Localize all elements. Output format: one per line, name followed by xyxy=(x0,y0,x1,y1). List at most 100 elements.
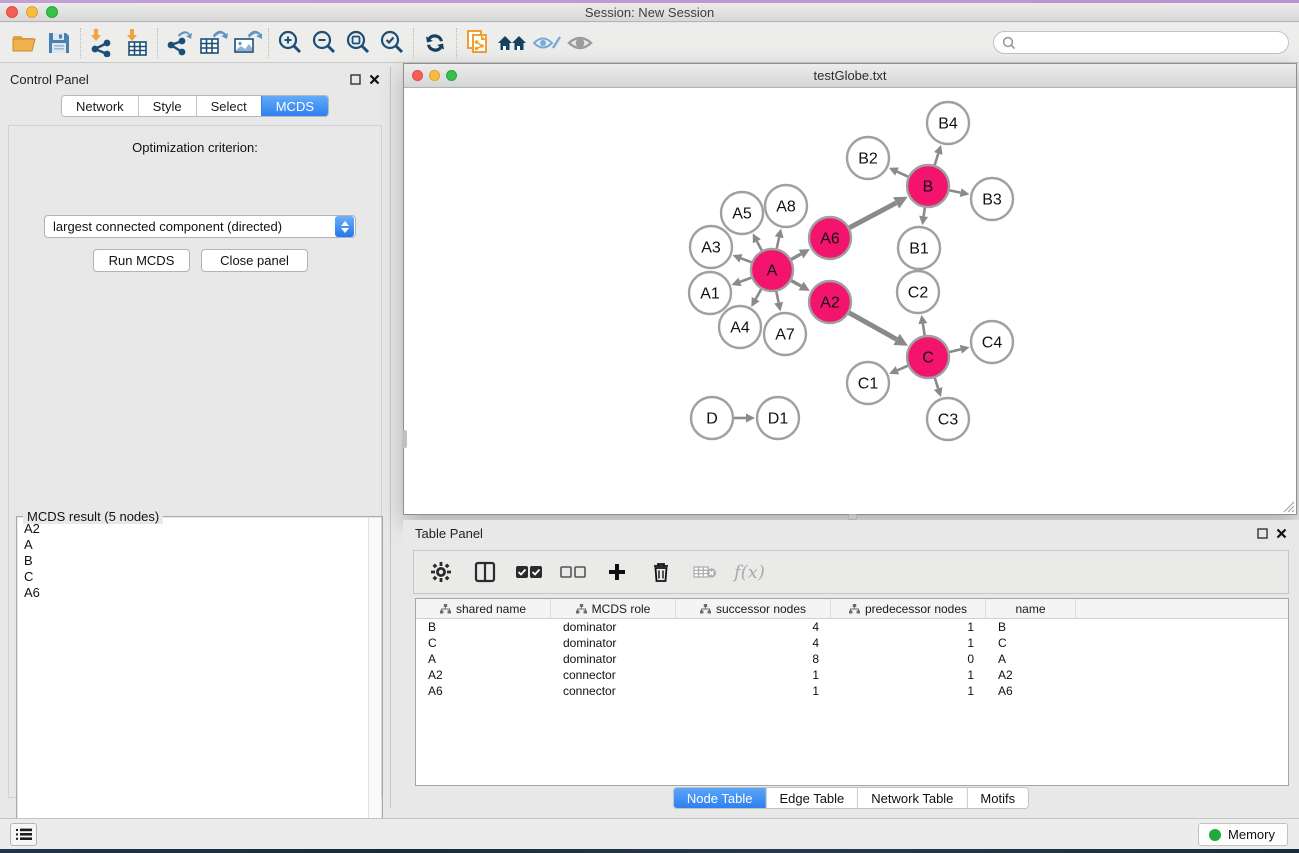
show-columns-icon[interactable] xyxy=(470,557,500,587)
table-cell[interactable]: A xyxy=(986,652,1076,666)
table-cell[interactable]: A xyxy=(416,652,551,666)
new-network-icon[interactable] xyxy=(461,28,495,58)
table-cell[interactable]: 1 xyxy=(676,668,831,682)
table-cell[interactable]: B xyxy=(416,620,551,634)
table-cell[interactable]: 1 xyxy=(831,620,986,634)
search-field[interactable] xyxy=(993,31,1289,54)
node-A7[interactable]: A7 xyxy=(764,313,806,355)
node-A6-mcds[interactable]: A6 xyxy=(809,217,851,259)
node-B2[interactable]: B2 xyxy=(847,137,889,179)
node-C1[interactable]: C1 xyxy=(847,362,889,404)
edge-B-B1[interactable] xyxy=(919,208,928,225)
hide-selected-icon[interactable] xyxy=(529,28,563,58)
table-cell[interactable]: 1 xyxy=(831,636,986,650)
edge-A-A8[interactable] xyxy=(775,228,784,248)
edge-A-A4[interactable] xyxy=(751,289,761,307)
export-image-icon[interactable] xyxy=(230,28,264,58)
edge-D-D1[interactable] xyxy=(734,414,755,423)
zoom-in-icon[interactable] xyxy=(273,28,307,58)
table-row[interactable]: Adominator80A xyxy=(416,651,1288,667)
table-options-icon[interactable] xyxy=(426,557,456,587)
table-row[interactable]: Bdominator41B xyxy=(416,619,1288,635)
run-mcds-button[interactable]: Run MCDS xyxy=(93,249,190,272)
edge-A-A6[interactable] xyxy=(791,249,810,259)
table-row[interactable]: A2connector11A2 xyxy=(416,667,1288,683)
tab-network-table[interactable]: Network Table xyxy=(857,788,966,808)
column-header-MCDS-role[interactable]: MCDS role xyxy=(551,599,676,618)
node-C4[interactable]: C4 xyxy=(971,321,1013,363)
show-all-icon[interactable] xyxy=(563,28,597,58)
node-A-mcds[interactable]: A xyxy=(751,249,793,291)
table-cell[interactable]: dominator xyxy=(551,652,676,666)
zoom-out-icon[interactable] xyxy=(307,28,341,58)
table-cell[interactable]: A2 xyxy=(986,668,1076,682)
delete-column-icon[interactable] xyxy=(646,557,676,587)
edge-B-B4[interactable] xyxy=(934,145,943,165)
node-B3[interactable]: B3 xyxy=(971,178,1013,220)
function-builder-icon[interactable]: f(x) xyxy=(734,562,765,583)
tab-mcds[interactable]: MCDS xyxy=(261,96,328,116)
table-cell[interactable]: connector xyxy=(551,684,676,698)
close-panel-icon[interactable] xyxy=(369,74,380,85)
edge-B-B2[interactable] xyxy=(889,167,908,176)
edge-C-C1[interactable] xyxy=(889,366,908,375)
import-table-icon[interactable] xyxy=(119,28,153,58)
deselect-all-checks-icon[interactable] xyxy=(558,557,588,587)
edge-A-A2[interactable] xyxy=(791,281,810,291)
table-row[interactable]: A6connector11A6 xyxy=(416,683,1288,699)
memory-button[interactable]: Memory xyxy=(1198,823,1288,846)
result-list-scrollbar[interactable] xyxy=(368,518,381,851)
node-B-mcds[interactable]: B xyxy=(907,165,949,207)
tab-motifs[interactable]: Motifs xyxy=(966,788,1028,808)
node-A5[interactable]: A5 xyxy=(721,192,763,234)
node-A3[interactable]: A3 xyxy=(690,226,732,268)
node-B4[interactable]: B4 xyxy=(927,102,969,144)
table-cell[interactable]: C xyxy=(986,636,1076,650)
maximize-network-button[interactable] xyxy=(446,70,457,81)
column-header-predecessor-nodes[interactable]: predecessor nodes xyxy=(831,599,986,618)
search-input[interactable] xyxy=(1016,35,1288,50)
table-cell[interactable]: C xyxy=(416,636,551,650)
mcds-result-item[interactable]: C xyxy=(24,569,368,585)
select-all-checks-icon[interactable] xyxy=(514,557,544,587)
edge-C-C4[interactable] xyxy=(949,345,969,354)
edge-A-A5[interactable] xyxy=(753,233,762,250)
mcds-result-item[interactable]: A xyxy=(24,537,368,553)
node-A2-mcds[interactable]: A2 xyxy=(809,281,851,323)
zoom-selected-icon[interactable] xyxy=(375,28,409,58)
network-window-titlebar[interactable]: testGlobe.txt xyxy=(404,64,1296,88)
network-vscroll-thumb[interactable] xyxy=(402,430,407,448)
node-C2[interactable]: C2 xyxy=(897,271,939,313)
import-network-icon[interactable] xyxy=(85,28,119,58)
table-cell[interactable]: dominator xyxy=(551,636,676,650)
open-session-icon[interactable] xyxy=(8,28,42,58)
tab-network[interactable]: Network xyxy=(62,96,138,116)
tab-node-table[interactable]: Node Table xyxy=(674,788,766,808)
refresh-layout-icon[interactable] xyxy=(418,28,452,58)
delete-table-icon[interactable] xyxy=(690,557,720,587)
node-A4[interactable]: A4 xyxy=(719,306,761,348)
export-table-icon[interactable] xyxy=(196,28,230,58)
tab-style[interactable]: Style xyxy=(138,96,196,116)
edge-A6-B[interactable] xyxy=(849,197,907,228)
task-history-button[interactable] xyxy=(10,823,37,846)
table-cell[interactable]: 1 xyxy=(831,684,986,698)
edge-C-C3[interactable] xyxy=(934,378,943,397)
export-network-icon[interactable] xyxy=(162,28,196,58)
node-C-mcds[interactable]: C xyxy=(907,336,949,378)
table-cell[interactable]: 1 xyxy=(831,668,986,682)
mcds-result-item[interactable]: B xyxy=(24,553,368,569)
table-cell[interactable]: 8 xyxy=(676,652,831,666)
table-cell[interactable]: B xyxy=(986,620,1076,634)
node-D1[interactable]: D1 xyxy=(757,397,799,439)
close-table-panel-icon[interactable] xyxy=(1276,528,1287,539)
node-C3[interactable]: C3 xyxy=(927,398,969,440)
table-cell[interactable]: A6 xyxy=(986,684,1076,698)
table-cell[interactable]: A2 xyxy=(416,668,551,682)
save-session-icon[interactable] xyxy=(42,28,76,58)
node-B1[interactable]: B1 xyxy=(898,227,940,269)
tab-edge-table[interactable]: Edge Table xyxy=(765,788,857,808)
table-cell[interactable]: dominator xyxy=(551,620,676,634)
optimization-criterion-dropdown[interactable]: largest connected component (directed) xyxy=(44,215,356,238)
node-A1[interactable]: A1 xyxy=(689,272,731,314)
